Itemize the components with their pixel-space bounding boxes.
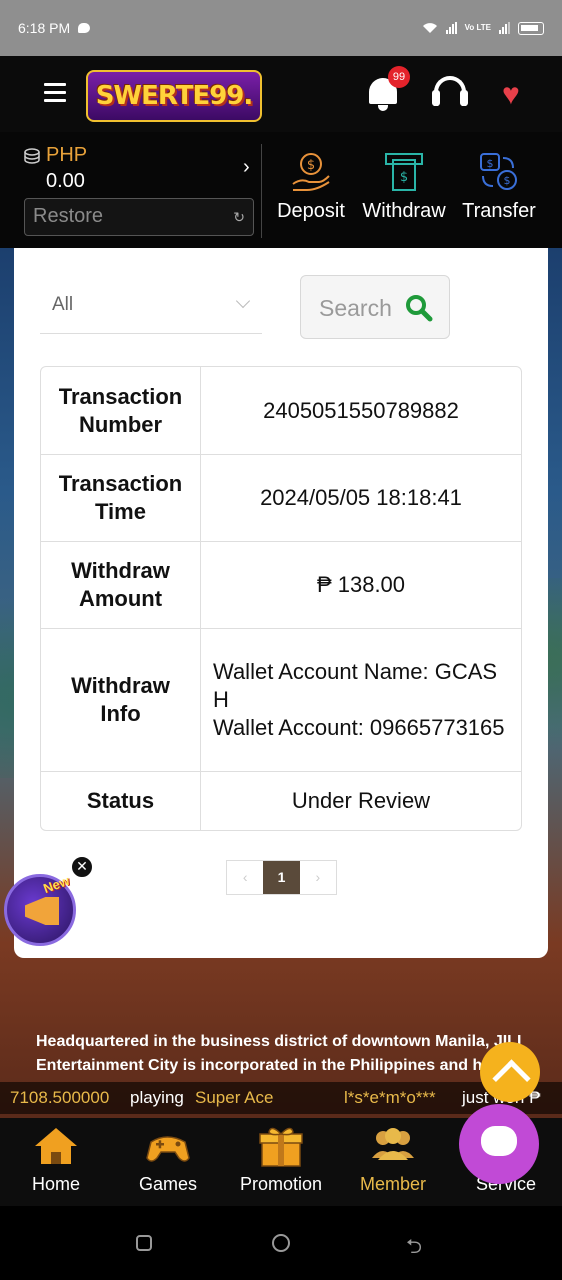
notification-badge: 99 bbox=[388, 66, 410, 88]
status-filter-select[interactable]: All bbox=[40, 280, 262, 334]
restore-label: Restore bbox=[33, 205, 104, 227]
nav-games[interactable]: Games bbox=[112, 1124, 224, 1195]
menu-icon[interactable] bbox=[44, 83, 66, 103]
transfer-label: Transfer bbox=[462, 200, 536, 222]
svg-text:$: $ bbox=[487, 157, 494, 170]
megaphone-icon bbox=[25, 897, 59, 925]
wallet-account-number: Wallet Account: 09665773165 bbox=[213, 715, 505, 740]
transaction-time-value: 2024/05/05 18:18:41 bbox=[201, 455, 521, 542]
pagination: ‹ 1 › bbox=[226, 860, 337, 895]
about-marquee-text: Headquartered in the business district o… bbox=[36, 1030, 536, 1078]
gamepad-icon bbox=[146, 1136, 190, 1162]
status-right-icons: Vo LTE bbox=[422, 21, 544, 35]
wallet-balance: 0.00 bbox=[46, 170, 85, 192]
new-tag: New bbox=[41, 872, 72, 897]
headset-support-icon[interactable] bbox=[432, 74, 468, 112]
svg-text:$: $ bbox=[504, 174, 511, 187]
deposit-button[interactable]: $ Deposit bbox=[266, 150, 356, 223]
svg-text:$: $ bbox=[307, 158, 315, 173]
row-label-transaction-number: Transaction Number bbox=[41, 367, 201, 455]
table-row: Withdraw Amount ₱ 138.00 bbox=[41, 542, 521, 629]
currency-label: PHP bbox=[46, 144, 88, 166]
search-icon bbox=[406, 295, 433, 322]
table-row: Transaction Time 2024/05/05 18:18:41 bbox=[41, 455, 521, 542]
restore-button[interactable]: Restore ↻ bbox=[24, 198, 254, 236]
nav-home[interactable]: Home bbox=[0, 1124, 112, 1195]
volte-label: Vo LTE bbox=[464, 23, 491, 32]
row-label-status: Status bbox=[41, 772, 201, 830]
svg-text:$: $ bbox=[400, 170, 408, 185]
row-label-transaction-time: Transaction Time bbox=[41, 455, 201, 542]
withdraw-button[interactable]: $ Withdraw bbox=[359, 150, 449, 223]
coin-stack-icon bbox=[24, 148, 40, 164]
gift-icon bbox=[259, 1127, 303, 1167]
ticker-user: l*s*e*m*o*** bbox=[344, 1088, 436, 1107]
chevron-right-icon[interactable]: › bbox=[243, 156, 250, 179]
status-bar: 6:18 PM Vo LTE bbox=[0, 0, 562, 56]
page-1-button[interactable]: 1 bbox=[263, 861, 300, 894]
nav-promotion-label: Promotion bbox=[239, 1174, 323, 1194]
battery-icon bbox=[518, 21, 544, 35]
search-button[interactable]: Search bbox=[300, 275, 450, 339]
nav-home-label: Home bbox=[31, 1174, 80, 1194]
withdraw-label: Withdraw bbox=[362, 200, 446, 222]
app-header: SWERTE99. ♥ bbox=[0, 56, 562, 132]
transfer-button[interactable]: $ $ Transfer bbox=[454, 150, 544, 223]
transfer-icon: $$ bbox=[480, 153, 517, 190]
nav-member[interactable]: Member bbox=[337, 1124, 449, 1195]
status-time: 6:18 PM bbox=[18, 20, 71, 36]
withdraw-atm-icon: $ bbox=[385, 153, 423, 191]
recent-apps-icon[interactable] bbox=[136, 1235, 152, 1251]
withdraw-info-value: Wallet Account Name: GCASH Wallet Accoun… bbox=[201, 629, 521, 772]
signal-2-icon bbox=[499, 22, 510, 34]
transaction-number-value: 2405051550789882 bbox=[201, 367, 521, 455]
home-icon bbox=[35, 1128, 77, 1164]
chevron-down-icon bbox=[235, 293, 251, 309]
wallet-divider bbox=[261, 144, 262, 238]
new-promo-floating-button[interactable]: New bbox=[4, 872, 76, 946]
prev-page-button[interactable]: ‹ bbox=[227, 861, 263, 894]
next-page-button[interactable]: › bbox=[300, 861, 336, 894]
brand-logo[interactable]: SWERTE99. bbox=[86, 70, 262, 122]
wifi-icon bbox=[422, 23, 437, 33]
about-line-1: Headquartered in the business district o… bbox=[36, 1033, 522, 1050]
row-label-withdraw-info: Withdraw Info bbox=[41, 629, 201, 772]
table-row: Transaction Number 2405051550789882 bbox=[41, 367, 521, 455]
table-row: Withdraw Info Wallet Account Name: GCASH… bbox=[41, 629, 521, 772]
filter-selected-value: All bbox=[52, 294, 74, 315]
status-value: Under Review bbox=[291, 788, 431, 813]
scroll-to-top-button[interactable] bbox=[480, 1042, 540, 1102]
table-row: Status Under Review bbox=[41, 772, 521, 830]
logo-text: SWERTE99. bbox=[95, 81, 254, 111]
deposit-hand-coin-icon: $ bbox=[292, 153, 330, 191]
chat-floating-button[interactable] bbox=[459, 1104, 539, 1184]
refresh-icon: ↻ bbox=[233, 209, 245, 225]
ticker-amount: 7108.500000 bbox=[10, 1088, 110, 1107]
row-label-withdraw-amount: Withdraw Amount bbox=[41, 542, 201, 629]
search-label: Search bbox=[319, 295, 392, 321]
member-icon bbox=[372, 1128, 414, 1160]
message-notification-icon bbox=[78, 23, 91, 33]
wallet-account-name: Wallet Account Name: GCASH bbox=[213, 659, 498, 712]
withdraw-amount-value: ₱ 138.00 bbox=[201, 542, 521, 629]
transaction-detail-table: Transaction Number 2405051550789882 Tran… bbox=[40, 366, 522, 831]
nav-promotion[interactable]: Promotion bbox=[225, 1124, 337, 1195]
nav-member-label: Member bbox=[359, 1174, 426, 1194]
home-circle-icon[interactable] bbox=[272, 1234, 290, 1252]
back-icon[interactable]: ⮌ bbox=[406, 1232, 422, 1266]
close-icon[interactable]: ✕ bbox=[71, 856, 93, 878]
favorite-heart-icon[interactable]: ♥ bbox=[502, 80, 520, 110]
about-line-2: Entertainment City is incorporated in th… bbox=[36, 1057, 483, 1074]
ticker-game: Super Ace bbox=[195, 1088, 274, 1107]
ticker-playing: playing bbox=[130, 1088, 184, 1107]
deposit-label: Deposit bbox=[277, 200, 345, 222]
signal-icon bbox=[445, 22, 457, 34]
nav-games-label: Games bbox=[138, 1174, 198, 1194]
